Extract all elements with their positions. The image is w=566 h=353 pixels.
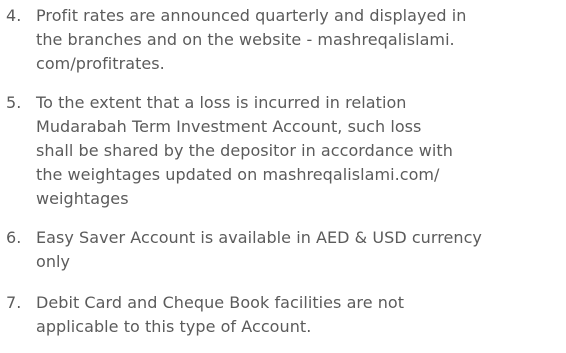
item-line: Profit rates are announced quarterly and… xyxy=(36,6,467,25)
item-line: Mudarabah Term Investment Account, such … xyxy=(36,117,422,136)
item-line: To the extent that a loss is incurred in… xyxy=(36,93,407,112)
item-line: Easy Saver Account is available in AED &… xyxy=(36,228,482,247)
item-number: 4. xyxy=(6,6,22,25)
item-text: Debit Card and Cheque Book facilities ar… xyxy=(36,291,556,339)
item-text: Easy Saver Account is available in AED &… xyxy=(36,226,556,274)
item-line: only xyxy=(36,252,71,271)
item-line: the weightages updated on mashreqalislam… xyxy=(36,165,440,184)
item-text: Profit rates are announced quarterly and… xyxy=(36,4,556,76)
item-line: shall be shared by the depositor in acco… xyxy=(36,141,453,160)
item-line: Debit Card and Cheque Book facilities ar… xyxy=(36,293,405,312)
item-line: com/profitrates. xyxy=(36,54,165,73)
item-text: To the extent that a loss is incurred in… xyxy=(36,91,556,211)
item-line: the branches and on the website - mashre… xyxy=(36,30,455,49)
item-line: applicable to this type of Account. xyxy=(36,317,312,336)
item-number: 5. xyxy=(6,93,22,112)
item-number: 6. xyxy=(6,228,22,247)
item-line: weightages xyxy=(36,189,129,208)
item-number: 7. xyxy=(6,293,22,312)
numbered-terms-list: 4. Profit rates are announced quarterly … xyxy=(0,0,566,353)
